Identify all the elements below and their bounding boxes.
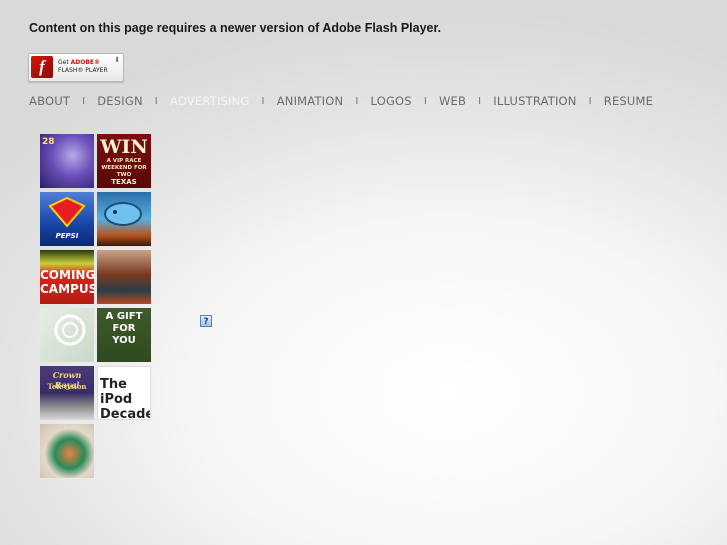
download-arrow-icon: ⬇: [114, 57, 120, 64]
flash-badge-text: Get ADOBE® FLASH® PLAYER: [58, 59, 108, 75]
nav-animation[interactable]: ANIMATION: [277, 94, 344, 108]
nav-illustration[interactable]: ILLUSTRATION: [493, 94, 576, 108]
main-navigation: ABOUT I DESIGN I ADVERTISING I ANIMATION…: [29, 93, 653, 109]
nav-web[interactable]: WEB: [439, 94, 466, 108]
flash-required-notice: Content on this page requires a newer ve…: [29, 21, 442, 35]
thumbnail-crown-royal-tv[interactable]: Crown Royal Television: [40, 366, 94, 420]
nav-separator: I: [423, 95, 427, 107]
thumbnail-coming-campus[interactable]: COMING CAMPUS: [40, 250, 94, 304]
nav-design[interactable]: DESIGN: [97, 94, 143, 108]
thumbnail-campus-text: CAMPUS: [40, 282, 94, 296]
thumbnail-win-subtext: A VIP RACE WEEKEND FOR TWO: [101, 158, 147, 178]
flower-icon: [54, 314, 86, 346]
thumbnail-ipod-decade[interactable]: The iPod Decade: [97, 366, 151, 420]
thumbnail-flower[interactable]: [40, 308, 94, 362]
flash-badge-brand: ADOBE®: [70, 59, 101, 66]
nav-resume[interactable]: RESUME: [604, 94, 653, 108]
thumbnail-ipod-text: The iPod Decade: [100, 377, 151, 420]
missing-plugin-icon[interactable]: ?: [200, 315, 212, 327]
thumbnail-superman-pepsi[interactable]: PEPSI: [40, 192, 94, 246]
thumbnail-racing-28[interactable]: 28: [40, 134, 94, 188]
flash-badge-get: Get: [58, 59, 69, 66]
thumbnail-coming-text: COMING: [40, 268, 94, 282]
thumbnail-a-gift-for-you[interactable]: A GIFT FOR YOU: [97, 308, 151, 362]
thumbnail-pepsi-text: PEPSI: [55, 232, 79, 240]
flash-badge-product: FLASH® PLAYER: [58, 67, 108, 74]
thumbnail-casino-chips[interactable]: [40, 424, 94, 478]
nav-separator: I: [82, 95, 86, 107]
thumbnail-win-text: WIN: [100, 136, 148, 158]
thumbnail-people-photo[interactable]: [97, 250, 151, 304]
flash-logo-icon: f: [31, 56, 53, 78]
nav-separator: I: [261, 95, 265, 107]
nav-separator: I: [478, 95, 482, 107]
nav-advertising[interactable]: ADVERTISING: [170, 94, 250, 108]
nav-separator: I: [588, 95, 592, 107]
thumbnail-win-race-weekend[interactable]: WIN A VIP RACE WEEKEND FOR TWO TEXAS: [97, 134, 151, 188]
thumbnail-television-text: Television: [47, 382, 87, 391]
nav-logos[interactable]: LOGOS: [371, 94, 412, 108]
get-flash-player-button[interactable]: f Get ADOBE® FLASH® PLAYER ⬇: [28, 53, 124, 82]
thumbnail-gift-text: A GIFT FOR YOU: [105, 311, 143, 346]
thumbnail-fish-flames[interactable]: [97, 192, 151, 246]
nav-about[interactable]: ABOUT: [29, 94, 70, 108]
thumbnail-number: 28: [42, 137, 55, 147]
nav-separator: I: [154, 95, 158, 107]
fish-icon: [104, 202, 142, 226]
thumbnail-texas-text: TEXAS: [111, 178, 137, 186]
nav-separator: I: [355, 95, 359, 107]
